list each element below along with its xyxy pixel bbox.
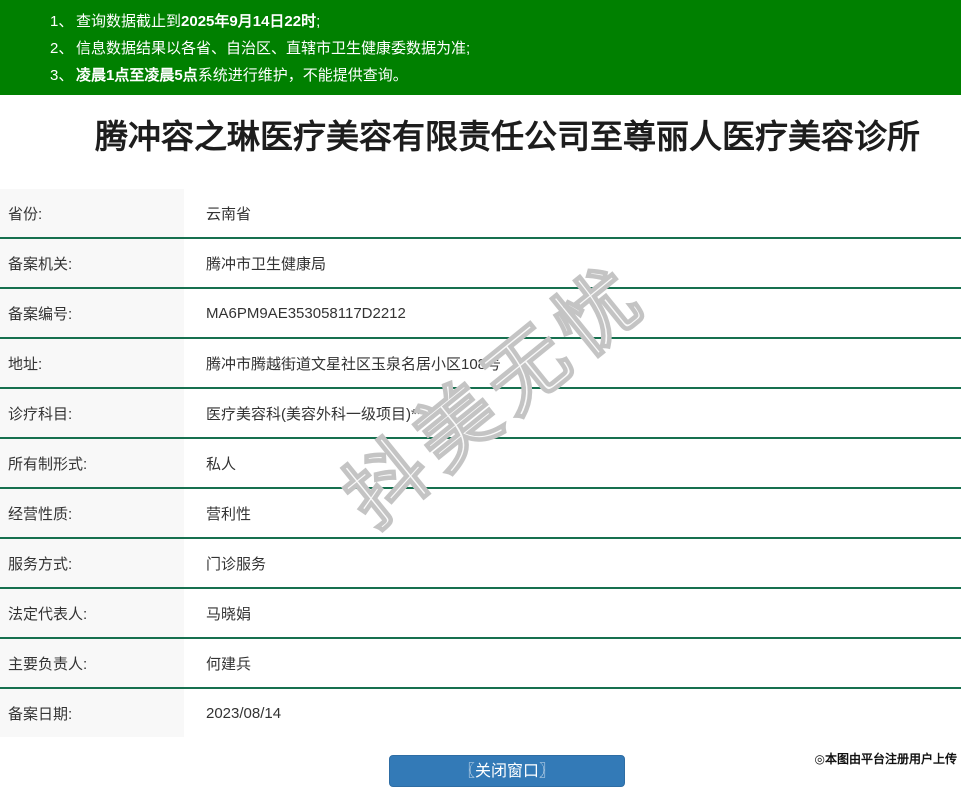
field-label: 所有制形式: — [0, 438, 184, 488]
table-row-filing-date: 备案日期: 2023/08/14 — [0, 688, 961, 737]
field-label: 备案日期: — [0, 688, 184, 737]
field-value: 私人 — [206, 455, 237, 473]
table-row-filing-number: 备案编号: MA6PM9AE353058117D2212 — [0, 288, 961, 338]
field-label: 法定代表人: — [0, 588, 184, 638]
field-value: 何建兵 — [206, 655, 252, 673]
table-row-address: 地址: 腾冲市腾越街道文星社区玉泉名居小区108号 — [0, 338, 961, 388]
notice-line-3: 3、 凌晨1点至凌晨5点系统进行维护，不能提供查询。 — [50, 62, 951, 89]
notice-number: 2、 — [50, 40, 74, 57]
close-window-button[interactable]: 〖关闭窗口〗 — [389, 755, 625, 787]
notice-number: 1、 — [50, 13, 74, 30]
notice-line-2: 2、 信息数据结果以各省、自治区、直辖市卫生健康委数据为准; — [50, 35, 951, 62]
table-row-ownership-form: 所有制形式: 私人 — [0, 438, 961, 488]
field-value: 云南省 — [206, 205, 252, 223]
table-row-operating-nature: 经营性质: 营利性 — [0, 488, 961, 538]
table-row-service-mode: 服务方式: 门诊服务 — [0, 538, 961, 588]
table-row-medical-subjects: 诊疗科目: 医疗美容科(美容外科一级项目)****** — [0, 388, 961, 438]
notice-text: 信息数据结果以各省、自治区、直辖市卫生健康委数据为准; — [76, 40, 471, 57]
field-value: MA6PM9AE353058117D2212 — [206, 304, 406, 322]
field-value: 医疗美容科(美容外科一级项目)****** — [206, 405, 447, 423]
page-title: 腾冲容之琳医疗美容有限责任公司至尊丽人医疗美容诊所 — [95, 118, 920, 155]
field-value: 腾冲市卫生健康局 — [206, 255, 327, 273]
field-label: 主要负责人: — [0, 638, 184, 688]
field-label: 服务方式: — [0, 538, 184, 588]
field-label: 备案编号: — [0, 288, 184, 338]
field-value: 门诊服务 — [206, 555, 267, 573]
notice-bar: 1、 查询数据截止到2025年9月14日22时; 2、 信息数据结果以各省、自治… — [0, 0, 961, 95]
field-label: 诊疗科目: — [0, 388, 184, 438]
table-row-legal-representative: 法定代表人: 马晓娟 — [0, 588, 961, 638]
table-row-filing-authority: 备案机关: 腾冲市卫生健康局 — [0, 238, 961, 288]
notice-line-1: 1、 查询数据截止到2025年9月14日22时; — [50, 8, 951, 35]
notice-text: 凌晨1点至凌晨5点系统进行维护，不能提供查询。 — [76, 67, 408, 84]
field-value: 马晓娟 — [206, 605, 252, 623]
field-value: 2023/08/14 — [206, 704, 282, 722]
table-row-province: 省份: 云南省 — [0, 189, 961, 238]
field-label: 地址: — [0, 338, 184, 388]
notice-text: 查询数据截止到2025年9月14日22时; — [76, 13, 321, 30]
table-row-principal-person: 主要负责人: 何建兵 — [0, 638, 961, 688]
notice-number: 3、 — [50, 67, 74, 84]
attribution-note: ◎本图由平台注册用户上传 — [814, 752, 957, 766]
field-label: 备案机关: — [0, 238, 184, 288]
field-value: 腾冲市腾越街道文星社区玉泉名居小区108号 — [206, 355, 502, 373]
registration-info-table: 省份: 云南省 备案机关: 腾冲市卫生健康局 备案编号: MA6PM9AE353… — [0, 189, 961, 737]
field-value: 营利性 — [206, 505, 252, 523]
field-label: 经营性质: — [0, 488, 184, 538]
field-label: 省份: — [0, 189, 184, 238]
